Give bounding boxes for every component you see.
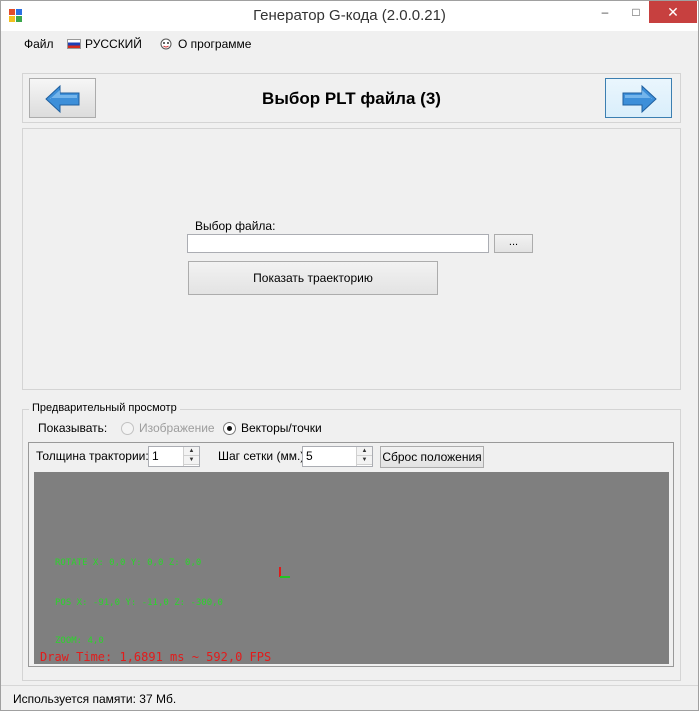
page-title: Выбор PLT файла (3) [262, 89, 441, 108]
menu-file-label: Файл [24, 37, 54, 51]
thickness-value: 1 [152, 449, 159, 463]
arrow-right-icon [622, 84, 657, 114]
about-icon [158, 37, 174, 51]
axis-origin-icon [279, 567, 290, 578]
file-select-label: Выбор файла: [195, 219, 276, 233]
radio-image-label: Изображение [139, 421, 215, 435]
close-button[interactable]: ✕ [649, 1, 697, 23]
grid-step-label: Шаг сетки (мм.): [218, 449, 308, 463]
memory-usage: Используется памяти: 37 Мб. [13, 692, 177, 706]
rotate-readout: ROTATE X: 0,0 Y: 0,0 Z: 0,0 [55, 558, 202, 568]
preview-group-legend: Предварительный просмотр [29, 402, 180, 414]
main-window: Генератор G-кода (2.0.0.21) – □ ✕ Файл Р… [0, 0, 699, 711]
stepper-down-icon[interactable]: ▼ [184, 456, 199, 465]
menu-about[interactable]: О программе [158, 37, 251, 51]
thickness-label: Толщина трактории: [36, 449, 149, 463]
minimize-button[interactable]: – [588, 1, 622, 23]
draw-time-readout: Draw Time: 1,6891 ms ~ 592,0 FPS [40, 650, 272, 664]
position-readout: POS X: -91,0 Y: -11,0 Z: -300,0 [55, 598, 223, 608]
title-bar: Генератор G-кода (2.0.0.21) – □ ✕ [1, 1, 698, 31]
stepper-up-icon[interactable]: ▲ [357, 447, 372, 456]
thickness-stepper-arrows[interactable]: ▲ ▼ [183, 447, 199, 466]
menu-language[interactable]: РУССКИЙ [67, 37, 142, 51]
zoom-readout: ZOOM: 4,0 [55, 636, 104, 646]
grid-step-value: 5 [306, 449, 313, 463]
reset-position-button[interactable]: Сброс положения [380, 446, 484, 468]
forward-button[interactable] [605, 78, 672, 118]
wizard-header: Выбор PLT файла (3) [22, 73, 681, 123]
radio-image-dot [121, 421, 134, 435]
show-trajectory-button[interactable]: Показать траекторию [188, 261, 438, 295]
stepper-up-icon[interactable]: ▲ [184, 447, 199, 456]
stepper-down-icon[interactable]: ▼ [357, 456, 372, 465]
menu-language-label: РУССКИЙ [85, 37, 142, 51]
thickness-stepper[interactable]: 1 ▲ ▼ [148, 446, 200, 467]
radio-image[interactable]: Изображение [121, 421, 215, 435]
russia-flag-icon [67, 39, 81, 49]
radio-vectors-dot [223, 421, 236, 435]
radio-vectors-label: Векторы/точки [241, 421, 322, 435]
radio-vectors[interactable]: Векторы/точки [223, 421, 322, 435]
grid-step-stepper-arrows[interactable]: ▲ ▼ [356, 447, 372, 466]
menu-about-label: О программе [178, 37, 252, 51]
menu-bar: Файл РУССКИЙ О программе [1, 31, 698, 57]
browse-button[interactable]: ... [494, 234, 533, 253]
maximize-button[interactable]: □ [619, 1, 653, 23]
file-path-input[interactable] [187, 234, 489, 253]
menu-file[interactable]: Файл [24, 37, 54, 51]
file-select-panel: Выбор файла: ... Показать траекторию [22, 128, 681, 390]
grid-step-stepper[interactable]: 5 ▲ ▼ [302, 446, 373, 467]
preview-canvas[interactable]: ROTATE X: 0,0 Y: 0,0 Z: 0,0 POS X: -91,0… [34, 472, 669, 664]
status-bar: Используется памяти: 37 Мб. [1, 685, 698, 710]
show-label: Показывать: [38, 421, 108, 435]
